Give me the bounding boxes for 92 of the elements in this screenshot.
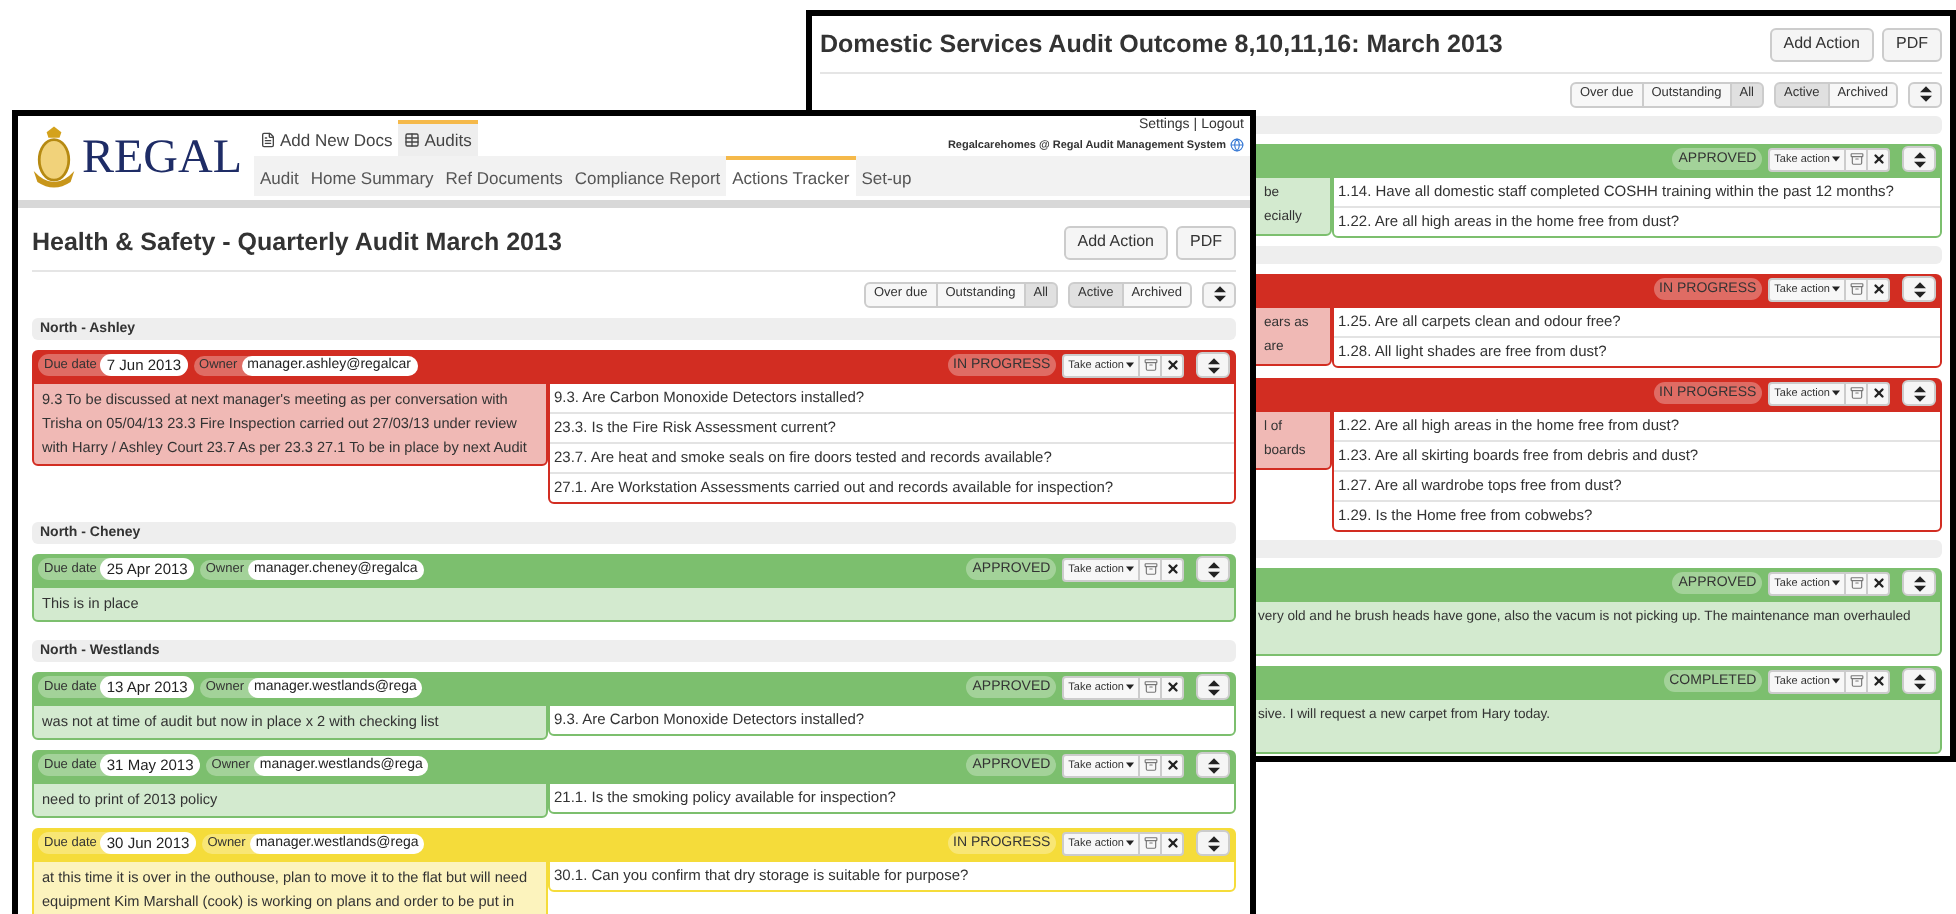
archive-icon (1143, 562, 1157, 577)
archive-button[interactable] (1844, 571, 1868, 596)
archive-icon (1849, 674, 1863, 689)
toolbar-button[interactable]: PDF (1176, 225, 1236, 260)
delete-button[interactable] (1866, 571, 1890, 596)
archive-icon (1143, 758, 1157, 773)
sort-button[interactable] (1902, 380, 1936, 407)
archive-button[interactable] (1844, 147, 1868, 172)
sort-icon (1207, 357, 1219, 374)
caret-icon (1126, 684, 1134, 691)
toolbar-button[interactable]: Add Action (1769, 27, 1874, 62)
delete-button[interactable] (1866, 669, 1890, 694)
delete-button[interactable] (1160, 675, 1184, 700)
sort-button[interactable] (1196, 556, 1230, 583)
nav-tab[interactable]: Ref Documents (439, 156, 569, 196)
delete-button[interactable] (1866, 277, 1890, 302)
toolbar-button[interactable]: Add Action (1063, 225, 1168, 260)
archive-button[interactable] (1138, 753, 1162, 778)
sort-button[interactable] (1902, 570, 1936, 597)
close-icon (1871, 282, 1885, 297)
delete-button[interactable] (1160, 753, 1184, 778)
table-icon (404, 132, 421, 148)
nav-tab[interactable]: Home Summary (304, 156, 440, 196)
archive-button[interactable] (1138, 675, 1162, 700)
close-icon (1165, 562, 1179, 577)
archive-icon (1849, 576, 1863, 591)
page-title: Health & Safety - Quarterly Audit March 2013 (32, 226, 562, 260)
top-tab[interactable]: Add New Docs (254, 120, 399, 156)
archive-icon (1849, 152, 1863, 167)
nav-tab[interactable]: Actions Tracker (726, 156, 856, 196)
sort-icon (1207, 835, 1219, 852)
caret-icon (1126, 362, 1134, 369)
sort-icon (1213, 286, 1225, 303)
delete-button[interactable] (1160, 557, 1184, 582)
crest-logo-icon (30, 126, 78, 190)
logo-wordmark: REGAL (82, 134, 242, 182)
top-tab[interactable]: Audits (398, 120, 478, 156)
sort-button[interactable] (1196, 830, 1230, 857)
sort-icon (1207, 561, 1219, 578)
close-icon (1871, 152, 1885, 167)
archive-button[interactable] (1138, 353, 1162, 378)
close-icon (1165, 836, 1179, 851)
sort-icon (1913, 151, 1925, 168)
page-title: Domestic Services Audit Outcome 8,10,11,16: March 2013 (820, 28, 1503, 62)
archive-button[interactable] (1138, 831, 1162, 856)
nav-tab[interactable]: Audit (254, 156, 305, 196)
sort-button[interactable] (1196, 352, 1230, 379)
delete-button[interactable] (1866, 147, 1890, 172)
close-icon (1165, 680, 1179, 695)
sort-button[interactable] (1908, 81, 1942, 108)
delete-button[interactable] (1160, 831, 1184, 856)
caret-icon (1832, 390, 1840, 397)
close-icon (1871, 386, 1885, 401)
sort-button[interactable] (1902, 276, 1936, 303)
sort-icon (1207, 757, 1219, 774)
caret-icon (1832, 678, 1840, 685)
document-icon (260, 132, 276, 148)
sort-button[interactable] (1196, 674, 1230, 701)
delete-button[interactable] (1160, 353, 1184, 378)
caret-icon (1832, 286, 1840, 293)
archive-button[interactable] (1138, 557, 1162, 582)
sort-icon (1207, 679, 1219, 696)
globe-icon (1230, 138, 1244, 153)
close-icon (1165, 758, 1179, 773)
archive-icon (1143, 836, 1157, 851)
archive-icon (1849, 386, 1863, 401)
archive-icon (1143, 358, 1157, 373)
close-icon (1871, 674, 1885, 689)
sort-button[interactable] (1902, 668, 1936, 695)
close-icon (1165, 358, 1179, 373)
sort-button[interactable] (1902, 146, 1936, 173)
sort-icon (1913, 385, 1925, 402)
archive-icon (1849, 282, 1863, 297)
caret-icon (1126, 840, 1134, 847)
caret-icon (1126, 566, 1134, 573)
delete-button[interactable] (1866, 381, 1890, 406)
caret-icon (1832, 580, 1840, 587)
nav-tab[interactable]: Compliance Report (568, 156, 727, 196)
toolbar-button[interactable]: PDF (1882, 27, 1942, 62)
archive-icon (1143, 680, 1157, 695)
sort-icon (1919, 86, 1931, 103)
caret-icon (1832, 156, 1840, 163)
close-icon (1871, 576, 1885, 591)
sort-icon (1913, 673, 1925, 690)
nav-tab[interactable]: Set-up (855, 156, 918, 196)
sort-icon (1913, 575, 1925, 592)
archive-button[interactable] (1844, 381, 1868, 406)
sort-icon (1913, 281, 1925, 298)
sort-button[interactable] (1202, 281, 1236, 308)
archive-button[interactable] (1844, 277, 1868, 302)
archive-button[interactable] (1844, 669, 1868, 694)
sort-button[interactable] (1196, 752, 1230, 779)
